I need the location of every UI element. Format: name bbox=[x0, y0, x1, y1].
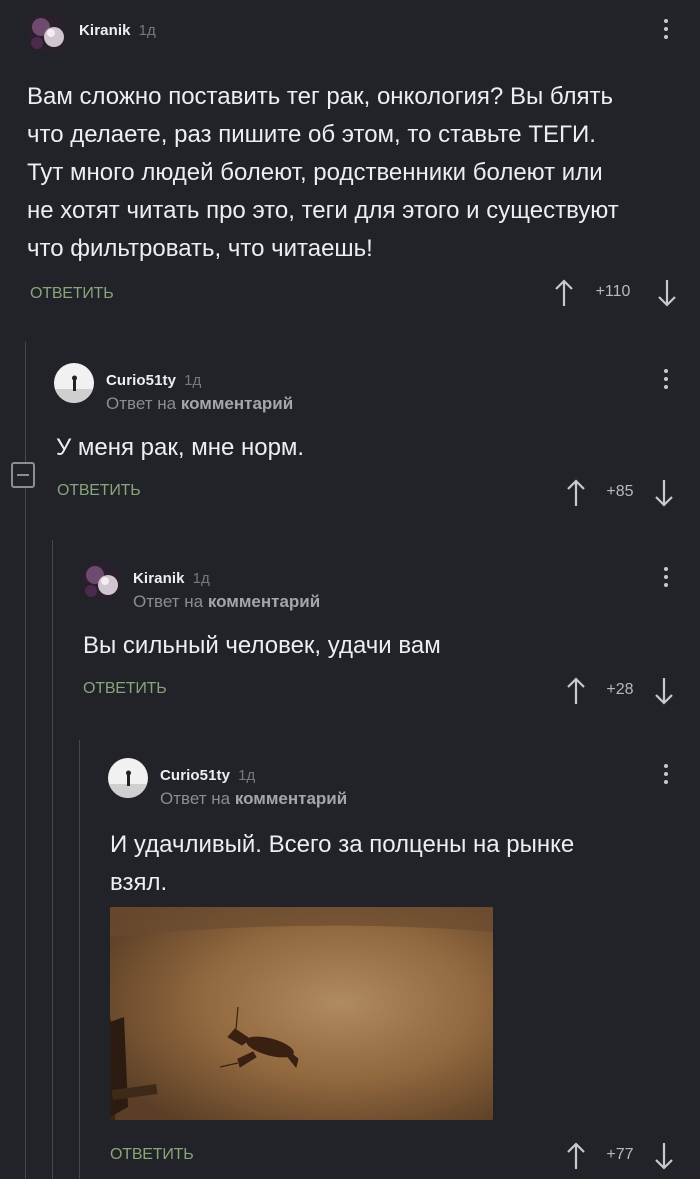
rating-count: +85 bbox=[606, 483, 634, 500]
arrow-up-icon[interactable] bbox=[566, 677, 586, 705]
comment-text: Вам сложно поставить тег рак, онкология?… bbox=[27, 83, 619, 262]
reply-to-link[interactable]: комментарий bbox=[235, 789, 347, 808]
thread-line-level-3 bbox=[79, 740, 80, 1179]
crayfish-in-bathtub-photo[interactable] bbox=[110, 907, 493, 1120]
reply-to-link[interactable]: комментарий bbox=[208, 592, 320, 611]
comment-text-line: И удачливый. Всего за полцены на рынке bbox=[110, 831, 575, 858]
comment-text: И удачливый. Всего за полцены на рынке в… bbox=[110, 826, 650, 902]
vote-controls: +85 bbox=[566, 479, 691, 507]
comment-1: Kiranik 1д Вам сложно поставить тег рак, … bbox=[27, 13, 700, 313]
vote-controls: +28 bbox=[566, 677, 691, 705]
photo-content bbox=[110, 907, 493, 1120]
comment-time: 1д bbox=[138, 22, 156, 39]
comment-author[interactable]: Curio51ty 1д bbox=[160, 767, 255, 784]
comment-time: 1д bbox=[192, 570, 210, 587]
comment-time: 1д bbox=[238, 767, 256, 784]
more-vertical-icon[interactable] bbox=[664, 19, 668, 43]
vote-controls: +110 bbox=[554, 279, 679, 307]
more-vertical-icon[interactable] bbox=[664, 369, 668, 393]
more-vertical-icon[interactable] bbox=[664, 764, 668, 788]
comment-author[interactable]: Curio51ty 1д bbox=[106, 372, 201, 389]
arrow-up-icon[interactable] bbox=[566, 1142, 586, 1170]
reply-button[interactable]: ОТВЕТИТЬ bbox=[30, 285, 114, 303]
comment-text-line: взял. bbox=[110, 869, 168, 896]
avatar[interactable] bbox=[54, 363, 94, 403]
reply-to: Ответ на комментарий bbox=[160, 789, 347, 809]
avatar[interactable] bbox=[27, 13, 67, 53]
arrow-down-icon[interactable] bbox=[654, 1142, 674, 1170]
reply-button[interactable]: ОТВЕТИТЬ bbox=[110, 1146, 194, 1164]
reply-to-prefix: Ответ на bbox=[160, 789, 231, 808]
rating-count: +77 bbox=[606, 1146, 634, 1163]
comment-text: У меня рак, мне норм. bbox=[56, 434, 305, 461]
avatar[interactable] bbox=[81, 561, 121, 601]
arrow-down-icon[interactable] bbox=[657, 279, 677, 307]
reply-to: Ответ на комментарий bbox=[106, 394, 293, 414]
comment-author[interactable]: Kiranik 1д bbox=[133, 570, 210, 587]
rating-count: +110 bbox=[595, 283, 631, 300]
author-name[interactable]: Curio51ty bbox=[106, 372, 176, 389]
comment-2: Curio51ty 1д Ответ на комментарий У меня … bbox=[54, 363, 700, 513]
reply-to-prefix: Ответ на bbox=[106, 394, 177, 413]
reply-to: Ответ на комментарий bbox=[133, 592, 320, 612]
collapse-thread-icon[interactable] bbox=[11, 462, 35, 488]
rating-count: +28 bbox=[606, 681, 634, 698]
reply-to-link[interactable]: комментарий bbox=[181, 394, 293, 413]
author-name[interactable]: Kiranik bbox=[79, 22, 131, 39]
arrow-up-icon[interactable] bbox=[554, 279, 574, 307]
comment-time: 1д bbox=[184, 372, 202, 389]
reply-button[interactable]: ОТВЕТИТЬ bbox=[57, 482, 141, 500]
thread-line-level-2 bbox=[52, 540, 53, 1179]
vote-controls: +77 bbox=[566, 1142, 691, 1170]
arrow-down-icon[interactable] bbox=[654, 479, 674, 507]
reply-to-prefix: Ответ на bbox=[133, 592, 204, 611]
arrow-up-icon[interactable] bbox=[566, 479, 586, 507]
comment-author[interactable]: Kiranik 1д bbox=[79, 22, 156, 39]
author-name[interactable]: Kiranik bbox=[133, 570, 185, 587]
arrow-down-icon[interactable] bbox=[654, 677, 674, 705]
avatar[interactable] bbox=[108, 758, 148, 798]
comment-text: Вы сильный человек, удачи вам bbox=[83, 632, 441, 659]
more-vertical-icon[interactable] bbox=[664, 567, 668, 591]
reply-button[interactable]: ОТВЕТИТЬ bbox=[83, 680, 167, 698]
author-name[interactable]: Curio51ty bbox=[160, 767, 230, 784]
comment-3: Kiranik 1д Ответ на комментарий Вы сильны… bbox=[81, 561, 700, 711]
